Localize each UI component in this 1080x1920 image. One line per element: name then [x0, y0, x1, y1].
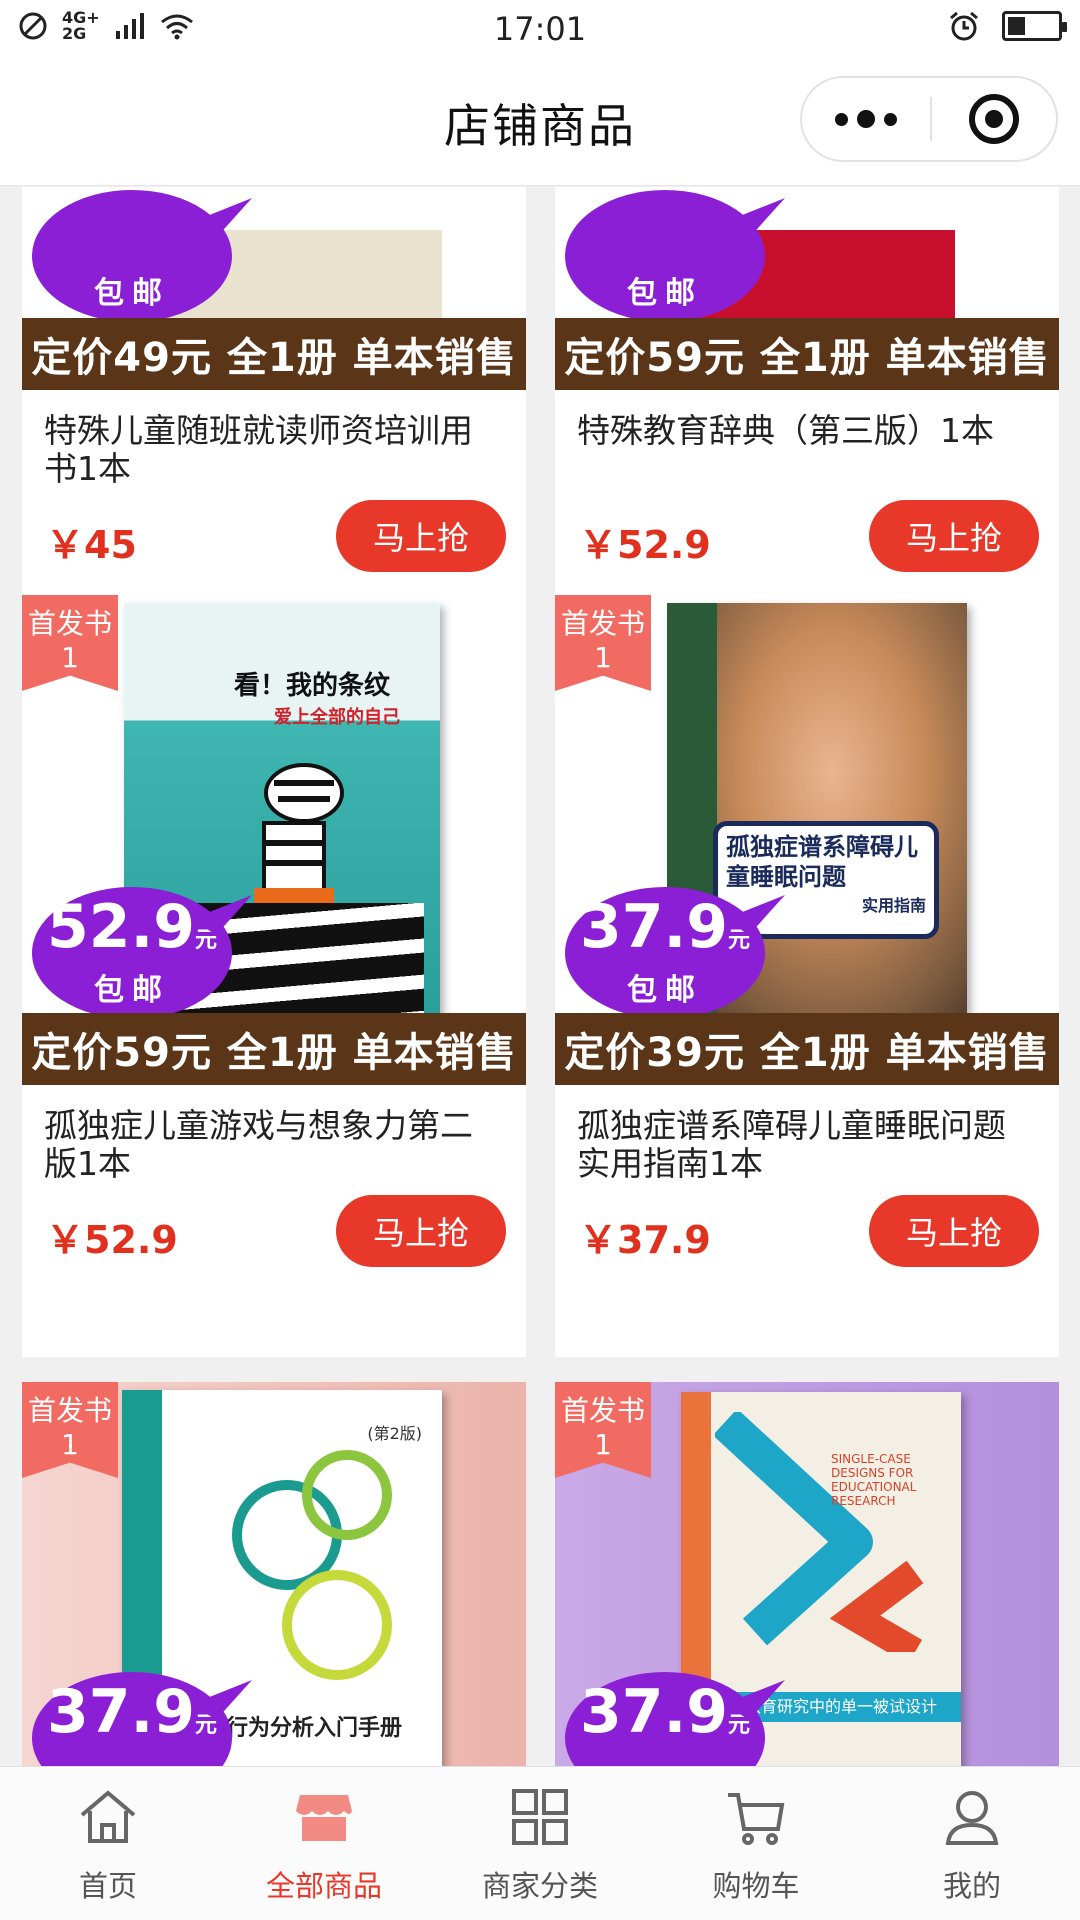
price-bubble: 37.9元 [565, 1672, 765, 1767]
price-bubble: 包邮 [565, 190, 765, 322]
book-subtitle-text: 爱上全部的自己 [274, 707, 400, 728]
user-icon [945, 1791, 999, 1845]
tab-label: 首页 [78, 1869, 137, 1903]
price-ribbon: 定价49元 全1册 单本销售 [22, 318, 526, 390]
target-icon[interactable] [932, 94, 1056, 144]
bottom-tab-bar: 首页 全部商品 商家分类 购物车 我的 [0, 1766, 1080, 1920]
tab-label: 我的 [942, 1869, 1001, 1903]
more-dots-icon[interactable] [802, 78, 930, 160]
product-title[interactable]: 特殊教育辞典（第三版）1本 [577, 412, 1017, 450]
product-card[interactable]: 看！我的条纹 爱上全部的自己 首发书1 52.9元 包邮 定价59元 全1册 单… [22, 595, 526, 1357]
price-bubble: 包邮 [32, 190, 232, 322]
book-title-text: 看！我的条纹 [234, 671, 391, 701]
buy-now-button[interactable]: 马上抢 [336, 1195, 506, 1267]
product-price: ￥45 [46, 523, 137, 567]
product-image[interactable]: 孤独症谱系障碍儿童睡眠问题 实用指南 首发书1 37.9元 包邮 定价39元 全… [555, 595, 1059, 1095]
product-card[interactable]: 包邮 定价49元 全1册 单本销售 特殊儿童随班就读师资培训用书1本 ￥45 马… [22, 187, 526, 662]
product-card[interactable]: (第2版) 应用行为分析入门手册 首发书1 37.9元 [22, 1382, 526, 1767]
status-bar: 4G+ 2G 17:01 [0, 0, 1080, 56]
product-card[interactable]: 包邮 定价59元 全1册 单本销售 特殊教育辞典（第三版）1本 ￥52.9 马上… [555, 187, 1059, 662]
product-price: ￥52.9 [579, 523, 711, 567]
product-price: ￥37.9 [579, 1218, 711, 1262]
price-bubble: 37.9元 包邮 [565, 887, 765, 1019]
tab-categories[interactable]: 商家分类 [432, 1767, 648, 1920]
product-card[interactable]: 孤独症谱系障碍儿童睡眠问题 实用指南 首发书1 37.9元 包邮 定价39元 全… [555, 595, 1059, 1357]
price-bubble: 52.9元 包邮 [32, 887, 232, 1019]
title-bar: 店铺商品 [0, 56, 1080, 186]
arrow-illustration [715, 1412, 924, 1652]
tab-cart[interactable]: 购物车 [648, 1767, 864, 1920]
product-title[interactable]: 孤独症谱系障碍儿童睡眠问题实用指南1本 [577, 1107, 1017, 1183]
price-ribbon: 定价39元 全1册 单本销售 [555, 1013, 1059, 1085]
product-card[interactable]: SINGLE-CASE DESIGNS FOR EDUCATIONAL RESE… [555, 1382, 1059, 1767]
tab-label: 商家分类 [481, 1869, 598, 1903]
tab-all-products[interactable]: 全部商品 [216, 1767, 432, 1920]
price-ribbon: 定价59元 全1册 单本销售 [555, 318, 1059, 390]
buy-now-button[interactable]: 马上抢 [336, 500, 506, 572]
price-ribbon: 定价59元 全1册 单本销售 [22, 1013, 526, 1085]
mini-program-capsule [800, 76, 1058, 162]
home-icon [80, 1790, 136, 1843]
product-title[interactable]: 孤独症儿童游戏与想象力第二版1本 [44, 1107, 484, 1183]
product-image[interactable]: 看！我的条纹 爱上全部的自己 首发书1 52.9元 包邮 定价59元 全1册 单… [22, 595, 526, 1095]
battery-icon [1002, 11, 1067, 41]
product-image[interactable]: 包邮 定价49元 全1册 单本销售 [22, 187, 526, 400]
product-image[interactable]: SINGLE-CASE DESIGNS FOR EDUCATIONAL RESE… [555, 1382, 1059, 1767]
product-price: ￥52.9 [46, 1218, 178, 1262]
book-edition-text: (第2版) [367, 1424, 422, 1443]
tab-label: 购物车 [712, 1869, 800, 1903]
book-title-text: SINGLE-CASE DESIGNS FOR EDUCATIONAL RESE… [831, 1452, 917, 1508]
cart-icon [728, 1793, 785, 1845]
first-release-badge: 首发书1 [22, 1382, 118, 1478]
status-time: 17:01 [493, 10, 587, 48]
buy-now-button[interactable]: 马上抢 [869, 500, 1039, 572]
product-image[interactable]: 包邮 定价59元 全1册 单本销售 [555, 187, 1059, 400]
book-title-text: 孤独症谱系障碍儿童睡眠问题 [726, 833, 918, 891]
price-bubble: 37.9元 [32, 1672, 232, 1767]
first-release-badge: 首发书1 [555, 1382, 651, 1478]
buy-now-button[interactable]: 马上抢 [869, 1195, 1039, 1267]
product-title[interactable]: 特殊儿童随班就读师资培训用书1本 [44, 412, 484, 488]
tab-label: 全部商品 [265, 1869, 382, 1903]
store-icon [296, 1795, 352, 1841]
tab-home[interactable]: 首页 [0, 1767, 216, 1920]
status-right [948, 10, 1067, 42]
grid-icon [512, 1789, 568, 1845]
tab-mine[interactable]: 我的 [864, 1767, 1080, 1920]
product-image[interactable]: (第2版) 应用行为分析入门手册 首发书1 37.9元 [22, 1382, 526, 1767]
product-grid[interactable]: 包邮 定价49元 全1册 单本销售 特殊儿童随班就读师资培训用书1本 ￥45 马… [0, 187, 1080, 1767]
alarm-icon [950, 11, 978, 41]
